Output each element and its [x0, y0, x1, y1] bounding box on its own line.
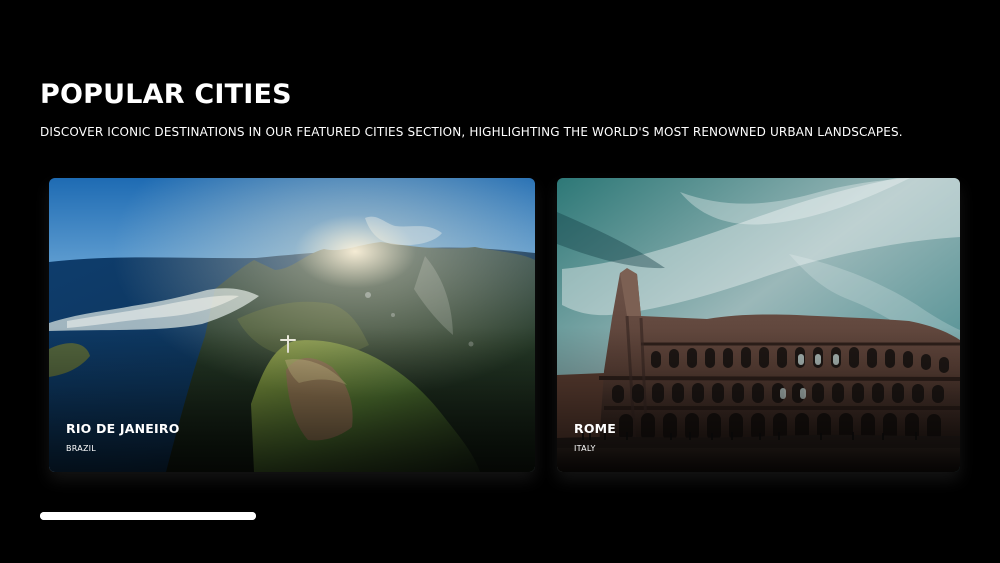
- carousel-progress-bar[interactable]: [40, 512, 256, 520]
- city-card-rome[interactable]: ROME ITALY: [557, 178, 960, 472]
- city-card-rio-de-janeiro[interactable]: RIO DE JANEIRO BRAZIL: [49, 178, 535, 472]
- city-name: RIO DE JANEIRO: [66, 421, 180, 436]
- city-country: ITALY: [574, 444, 596, 453]
- card-image-overlay: [49, 327, 535, 472]
- city-name: ROME: [574, 421, 617, 436]
- cities-carousel[interactable]: RIO DE JANEIRO BRAZIL ROME ITALY: [0, 0, 1000, 563]
- popular-cities-page: POPULAR CITIES DISCOVER ICONIC DESTINATI…: [0, 0, 1000, 563]
- carousel-progress-fill: [40, 512, 256, 520]
- card-image-overlay: [557, 327, 960, 472]
- city-country: BRAZIL: [66, 444, 96, 453]
